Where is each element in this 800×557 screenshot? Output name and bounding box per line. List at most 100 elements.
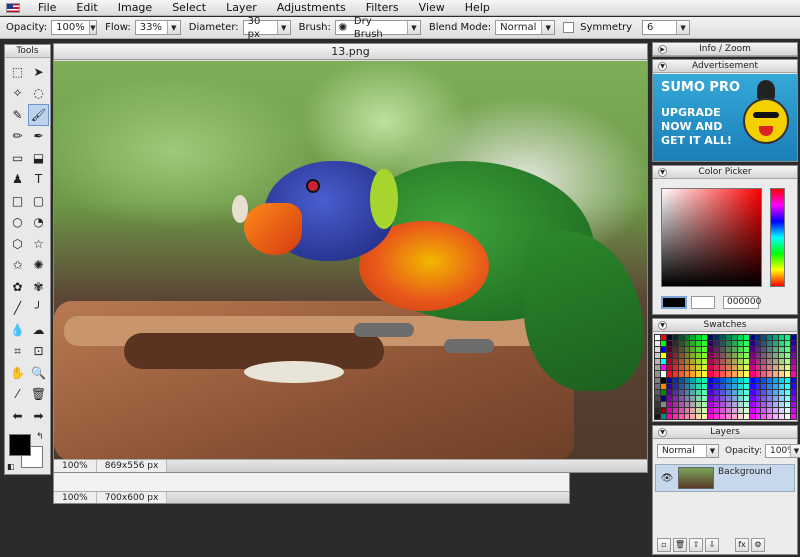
color-swatch[interactable] bbox=[708, 389, 714, 395]
color-swatch[interactable] bbox=[755, 389, 761, 395]
color-swatch[interactable] bbox=[696, 335, 702, 341]
menu-file[interactable]: File bbox=[28, 0, 66, 16]
color-swatch[interactable] bbox=[684, 395, 690, 401]
text-icon[interactable]: T bbox=[28, 169, 49, 191]
color-swatch[interactable] bbox=[785, 371, 791, 377]
color-swatch[interactable] bbox=[672, 353, 678, 359]
color-swatch[interactable] bbox=[696, 413, 702, 419]
color-swatch[interactable] bbox=[779, 383, 785, 389]
color-swatch[interactable] bbox=[725, 413, 731, 419]
color-swatch[interactable] bbox=[655, 347, 660, 353]
color-swatch[interactable] bbox=[696, 371, 702, 377]
color-swatch[interactable] bbox=[678, 401, 684, 407]
color-swatch[interactable] bbox=[755, 395, 761, 401]
color-swatch[interactable] bbox=[714, 407, 720, 413]
color-swatch[interactable] bbox=[690, 395, 696, 401]
color-swatch[interactable] bbox=[731, 359, 737, 365]
opacity-select[interactable]: 100% ▼ bbox=[51, 20, 98, 35]
color-swatch[interactable] bbox=[684, 347, 690, 353]
color-swatch[interactable] bbox=[773, 395, 779, 401]
color-swatch[interactable] bbox=[708, 341, 714, 347]
menu-filters[interactable]: Filters bbox=[356, 0, 409, 16]
color-swatch[interactable] bbox=[767, 359, 773, 365]
color-swatch[interactable] bbox=[791, 365, 796, 371]
color-swatch[interactable] bbox=[702, 347, 708, 353]
color-swatch[interactable] bbox=[731, 383, 737, 389]
color-swatch[interactable] bbox=[743, 359, 749, 365]
hexagon-icon[interactable]: ⬡ bbox=[7, 233, 28, 255]
color-swatch[interactable] bbox=[684, 407, 690, 413]
move-arrow-icon[interactable]: ➤ bbox=[28, 61, 49, 83]
color-swatch[interactable] bbox=[761, 407, 767, 413]
color-swatch[interactable] bbox=[696, 407, 702, 413]
diameter-select[interactable]: 30 px ▼ bbox=[242, 16, 291, 40]
color-swatch[interactable] bbox=[666, 407, 672, 413]
gear-shape-icon[interactable]: ✿ bbox=[7, 276, 28, 298]
color-swatch[interactable] bbox=[660, 377, 666, 383]
color-swatch[interactable] bbox=[791, 413, 796, 419]
ellipse-icon[interactable]: ○ bbox=[7, 212, 28, 234]
color-swatch[interactable] bbox=[791, 395, 796, 401]
color-swatch[interactable] bbox=[708, 413, 714, 419]
color-swatch[interactable] bbox=[755, 359, 761, 365]
color-swatch[interactable] bbox=[785, 395, 791, 401]
foreground-color[interactable] bbox=[9, 433, 31, 456]
color-swatch[interactable] bbox=[791, 335, 796, 341]
color-swatch[interactable] bbox=[702, 371, 708, 377]
color-swatch[interactable] bbox=[743, 347, 749, 353]
color-swatch[interactable] bbox=[743, 395, 749, 401]
color-swatch[interactable] bbox=[749, 335, 755, 341]
color-swatch[interactable] bbox=[666, 347, 672, 353]
color-swatch[interactable] bbox=[720, 365, 725, 371]
color-swatch[interactable] bbox=[655, 353, 660, 359]
chevron-down-icon[interactable]: ▼ bbox=[790, 445, 800, 457]
gradient-icon[interactable]: ▭ bbox=[7, 147, 28, 169]
delete-layer-icon[interactable]: 🗑 bbox=[673, 538, 687, 552]
info-zoom-header[interactable]: ▶ Info / Zoom bbox=[653, 43, 797, 56]
color-swatch[interactable] bbox=[743, 383, 749, 389]
color-swatch[interactable] bbox=[696, 359, 702, 365]
color-swatch[interactable] bbox=[761, 383, 767, 389]
color-swatch[interactable] bbox=[720, 335, 725, 341]
color-swatch[interactable] bbox=[773, 401, 779, 407]
color-swatch[interactable] bbox=[725, 377, 731, 383]
color-swatch[interactable] bbox=[725, 371, 731, 377]
color-swatch[interactable] bbox=[791, 407, 796, 413]
color-swatch[interactable] bbox=[678, 353, 684, 359]
color-swatch[interactable] bbox=[666, 377, 672, 383]
menu-edit[interactable]: Edit bbox=[66, 0, 107, 16]
color-swatch[interactable] bbox=[773, 335, 779, 341]
color-swatch[interactable] bbox=[749, 407, 755, 413]
color-swatch[interactable] bbox=[708, 395, 714, 401]
color-swatch[interactable] bbox=[708, 401, 714, 407]
color-swatch[interactable] bbox=[767, 413, 773, 419]
previous-color[interactable] bbox=[691, 296, 715, 309]
color-swatch[interactable] bbox=[767, 341, 773, 347]
color-swatch[interactable] bbox=[708, 347, 714, 353]
swatches-header[interactable]: ▼ Swatches bbox=[653, 319, 797, 332]
color-swatch[interactable] bbox=[761, 359, 767, 365]
chevron-down-icon[interactable]: ▼ bbox=[166, 21, 180, 34]
color-swatch[interactable] bbox=[737, 377, 743, 383]
color-swatch[interactable] bbox=[678, 383, 684, 389]
color-swatch[interactable] bbox=[761, 347, 767, 353]
color-swatch[interactable] bbox=[731, 341, 737, 347]
color-swatch[interactable] bbox=[660, 389, 666, 395]
color-swatch[interactable] bbox=[785, 335, 791, 341]
color-swatch[interactable] bbox=[720, 407, 725, 413]
color-swatch[interactable] bbox=[655, 395, 660, 401]
color-swatch[interactable] bbox=[714, 353, 720, 359]
color-swatch[interactable] bbox=[696, 347, 702, 353]
color-swatch[interactable] bbox=[702, 413, 708, 419]
color-swatch[interactable] bbox=[779, 335, 785, 341]
color-swatch[interactable] bbox=[714, 401, 720, 407]
color-swatch[interactable] bbox=[708, 383, 714, 389]
color-swatch[interactable] bbox=[655, 335, 660, 341]
color-swatch[interactable] bbox=[755, 377, 761, 383]
color-swatch[interactable] bbox=[779, 353, 785, 359]
color-swatch[interactable] bbox=[761, 341, 767, 347]
color-swatch[interactable] bbox=[660, 395, 666, 401]
drop-icon[interactable]: 💧 bbox=[7, 319, 28, 341]
chevron-down-icon[interactable]: ▼ bbox=[276, 21, 290, 34]
color-swatch[interactable] bbox=[773, 413, 779, 419]
